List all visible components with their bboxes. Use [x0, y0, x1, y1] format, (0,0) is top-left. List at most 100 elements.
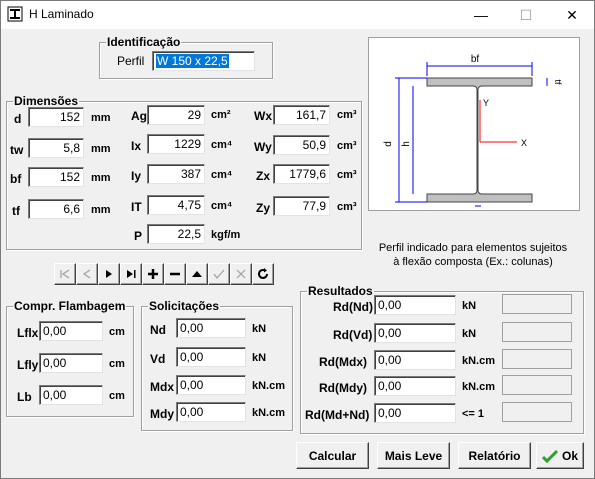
ix-field[interactable]: 1229: [147, 134, 205, 154]
nav-post-button[interactable]: [208, 263, 230, 285]
tf-unit: mm: [91, 204, 111, 216]
nav-last-button[interactable]: [120, 263, 142, 285]
zx-field[interactable]: 1779,6: [273, 164, 330, 184]
tw-unit: mm: [91, 143, 111, 155]
ix-label: Ix: [131, 139, 142, 153]
lb-label: Lb: [17, 390, 32, 404]
h-dim-label: h: [401, 141, 412, 147]
window-title: H Laminado: [29, 7, 94, 21]
dimensoes-legend: Dimensões: [14, 94, 79, 108]
title-bar: H Laminado — ☐ ✕: [1, 1, 594, 29]
result-value-field[interactable]: 0,00: [374, 376, 456, 396]
mdx-unit: kN.cm: [252, 380, 286, 392]
p-label: P: [134, 229, 143, 243]
mdx-label: Mdx: [150, 380, 174, 394]
lfly-field[interactable]: 0,00: [39, 353, 103, 373]
tf-label: tf: [12, 204, 20, 218]
mais-leve-button[interactable]: Mais Leve: [377, 442, 450, 469]
d-field[interactable]: 152: [28, 107, 84, 127]
wy-unit: cm³: [337, 140, 357, 152]
wx-unit: cm³: [337, 109, 357, 121]
iy-unit: cm⁴: [211, 169, 233, 181]
nav-insert-button[interactable]: [142, 263, 164, 285]
it-field[interactable]: 4,75: [147, 195, 205, 215]
nav-refresh-button[interactable]: [252, 263, 274, 285]
caption-line-1: Perfil indicado para elementos sujeitos: [378, 242, 568, 254]
plus-icon: [148, 269, 158, 279]
ok-button[interactable]: Ok: [536, 442, 584, 469]
bf-unit: mm: [91, 172, 111, 184]
ag-label: Ag: [131, 109, 147, 123]
zy-field[interactable]: 77,9: [273, 196, 330, 216]
mdy-field[interactable]: 0,00: [176, 402, 246, 422]
result-value-field[interactable]: 0,00: [374, 403, 456, 423]
bf-field[interactable]: 152: [28, 167, 84, 187]
result-extra-field: [502, 375, 572, 395]
result-label: Rd(Mdy): [319, 381, 367, 395]
wx-label: Wx: [254, 109, 272, 123]
nd-unit: kN: [252, 323, 267, 335]
solicitacoes-legend: Solicitações: [149, 299, 220, 313]
result-unit: kN.cm: [462, 381, 496, 393]
result-unit: kN: [462, 300, 477, 312]
result-value-field[interactable]: 0,00: [374, 295, 456, 315]
lflx-unit: cm: [109, 326, 125, 338]
tw-label: tw: [10, 143, 24, 157]
perfil-field[interactable]: W 150 x 22,5: [152, 51, 255, 71]
ok-label: Ok: [561, 448, 578, 463]
mdy-unit: kN.cm: [252, 407, 286, 419]
calcular-button[interactable]: Calcular: [296, 442, 369, 469]
next-icon: [106, 270, 112, 278]
lfly-unit: cm: [109, 358, 125, 370]
wx-field[interactable]: 161,7: [273, 105, 330, 125]
result-unit: <= 1: [462, 408, 485, 420]
perfil-value: W 150 x 22,5: [156, 54, 229, 68]
bf-label: bf: [10, 172, 22, 186]
tf-field[interactable]: 6,6: [28, 199, 84, 219]
lb-unit: cm: [109, 390, 125, 402]
resultados-legend: Resultados: [308, 284, 373, 298]
profile-diagram: bf d h tf tw X Y: [368, 37, 580, 221]
nav-prior-button[interactable]: [76, 263, 98, 285]
cross-icon: [236, 269, 246, 279]
up-icon: [192, 271, 202, 277]
nav-next-button[interactable]: [98, 263, 120, 285]
nav-delete-button[interactable]: [164, 263, 186, 285]
minimize-button[interactable]: —: [459, 1, 503, 29]
identificacao-legend: Identificação: [107, 35, 181, 49]
check-icon: [541, 449, 558, 463]
d-dim-label: d: [383, 141, 394, 147]
relatorio-button[interactable]: Relatório: [458, 442, 531, 469]
lflx-field[interactable]: 0,00: [39, 321, 103, 341]
vd-field[interactable]: 0,00: [176, 347, 246, 367]
first-icon: [60, 269, 70, 279]
result-label: Rd(Md+Nd): [305, 408, 370, 422]
nav-edit-button[interactable]: [186, 263, 208, 285]
zy-label: Zy: [256, 201, 271, 215]
vd-label: Vd: [150, 352, 166, 366]
ag-unit: cm²: [211, 109, 231, 121]
ag-field[interactable]: 29: [147, 105, 205, 125]
result-label: Rd(Mdx): [319, 355, 367, 369]
iy-field[interactable]: 387: [147, 164, 205, 184]
nd-field[interactable]: 0,00: [176, 318, 246, 338]
mdx-field[interactable]: 0,00: [176, 375, 246, 395]
refresh-icon: [258, 268, 268, 279]
maximize-button[interactable]: ☐: [504, 1, 548, 29]
result-value-field[interactable]: 0,00: [374, 323, 456, 343]
nav-first-button[interactable]: [54, 263, 76, 285]
wy-field[interactable]: 50,9: [273, 135, 330, 155]
close-button[interactable]: ✕: [550, 1, 594, 29]
it-label: IT: [131, 200, 142, 214]
result-value-field[interactable]: 0,00: [374, 350, 456, 370]
p-field[interactable]: 22,5: [147, 224, 205, 244]
lb-field[interactable]: 0,00: [39, 385, 103, 405]
result-extra-field: [502, 349, 572, 369]
p-unit: kgf/m: [211, 229, 241, 241]
prior-icon: [82, 269, 91, 279]
it-unit: cm⁴: [211, 200, 233, 212]
tw-field[interactable]: 5,8: [28, 138, 84, 158]
result-extra-field: [502, 294, 572, 314]
y-axis-label: Y: [483, 98, 489, 108]
nav-cancel-button[interactable]: [230, 263, 252, 285]
